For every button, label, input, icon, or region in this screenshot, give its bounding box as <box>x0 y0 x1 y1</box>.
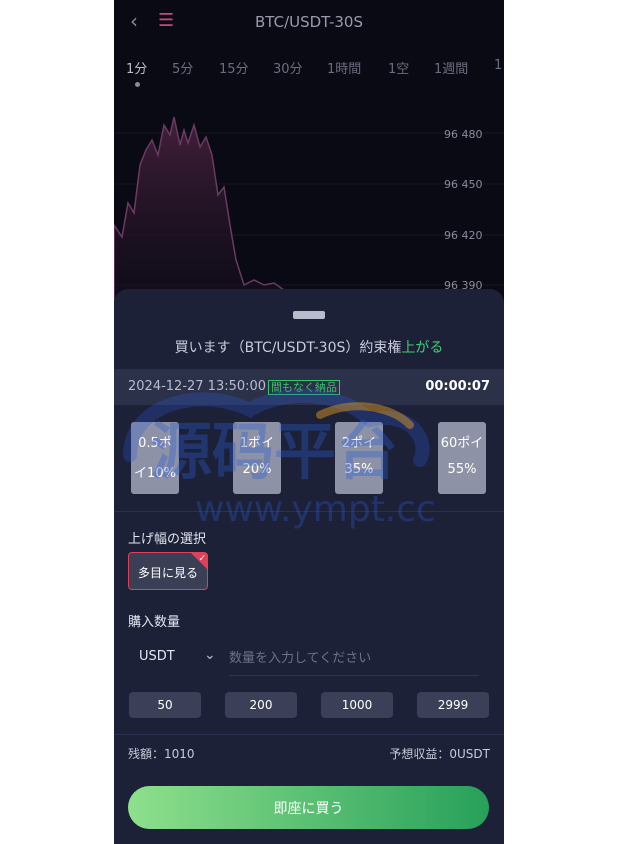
option-label: 60ポイ <box>440 436 484 451</box>
quick-amount-button[interactable]: 1000 <box>321 692 393 718</box>
buy-now-label: 即座に買う <box>273 801 344 817</box>
order-summary-text: 買います（BTC/USDT-30S）約束権 <box>174 340 402 356</box>
quick-amount-label: 200 <box>249 698 273 712</box>
option-label: 0.5ポ <box>138 436 172 451</box>
quantity-input[interactable] <box>229 641 479 676</box>
currency-select[interactable]: USDT <box>139 649 175 664</box>
divider <box>114 511 504 512</box>
sheet-handle[interactable] <box>293 311 325 319</box>
status-badge: 間もなく納品 <box>268 380 340 395</box>
price-area <box>114 116 295 305</box>
tab-1hour[interactable]: 1時間 <box>327 58 361 77</box>
tab-15min[interactable]: 15分 <box>219 58 249 77</box>
expected-profit-text: 予想収益：0USDT <box>389 747 490 761</box>
interval-tabs: 1分 5分 15分 30分 1時間 1空 1週間 1 <box>114 58 504 88</box>
order-sheet: 買います（BTC/USDT-30S）約束権上がる 2024-12-27 13:5… <box>114 289 504 844</box>
quick-amount-label: 50 <box>157 698 173 712</box>
tab-1day[interactable]: 1空 <box>388 58 409 77</box>
option-card[interactable]: 1ポイ 20% <box>233 422 281 494</box>
tab-5min[interactable]: 5分 <box>172 58 193 77</box>
buy-now-button[interactable]: 即座に買う <box>128 786 489 829</box>
settlement-time-bar: 2024-12-27 13:50:00 間もなく納品 00:00:07 <box>114 369 504 405</box>
quick-amount-label: 1000 <box>341 698 373 712</box>
tab-1min[interactable]: 1分 <box>126 58 147 77</box>
range-label: 上げ幅の選択 <box>128 532 207 547</box>
divider <box>114 734 504 735</box>
price-axis-label: 96 420 <box>444 229 483 242</box>
active-tab-indicator <box>135 82 140 87</box>
direction-up: 上がる <box>401 340 444 356</box>
phone-screen: ‹ ☰ BTC/USDT-30S 1分 5分 15分 30分 1時間 1空 1週… <box>114 0 504 844</box>
range-chip-selected[interactable]: 多目に見る ✓ <box>128 552 208 590</box>
tab-30min[interactable]: 30分 <box>273 58 303 77</box>
price-chart[interactable] <box>114 95 504 305</box>
balance-text: 残額：1010 <box>128 747 195 761</box>
option-label: 2ポイ <box>341 436 377 451</box>
tab-1month[interactable]: 1 <box>494 58 502 73</box>
option-card[interactable]: 60ポイ 55% <box>438 422 486 494</box>
chevron-down-icon[interactable]: ⌄ <box>204 647 216 663</box>
option-rate: 20% <box>242 462 272 477</box>
option-label: 1ポイ <box>239 436 275 451</box>
check-corner-icon: ✓ <box>191 553 207 569</box>
option-rate: 35% <box>344 462 374 477</box>
option-card[interactable]: 0.5ポ イ10% <box>131 422 179 494</box>
countdown-timer: 00:00:07 <box>425 379 490 394</box>
quick-amount-button[interactable]: 2999 <box>417 692 489 718</box>
quick-amount-label: 2999 <box>437 698 469 712</box>
price-axis-label: 96 480 <box>444 128 483 141</box>
quick-amount-button[interactable]: 200 <box>225 692 297 718</box>
price-axis-label: 96 450 <box>444 178 483 191</box>
header-bar: ‹ ☰ BTC/USDT-30S <box>114 0 504 44</box>
option-rate: イ10% <box>134 466 176 481</box>
tab-1week[interactable]: 1週間 <box>434 58 468 77</box>
quantity-label: 購入数量 <box>128 615 181 630</box>
option-card[interactable]: 2ポイ 35% <box>335 422 383 494</box>
quick-amount-button[interactable]: 50 <box>129 692 201 718</box>
page-title: BTC/USDT-30S <box>255 13 363 31</box>
settlement-datetime: 2024-12-27 13:50:00 <box>128 379 267 394</box>
order-summary: 買います（BTC/USDT-30S）約束権上がる <box>114 337 504 357</box>
option-rate: 55% <box>447 462 477 477</box>
